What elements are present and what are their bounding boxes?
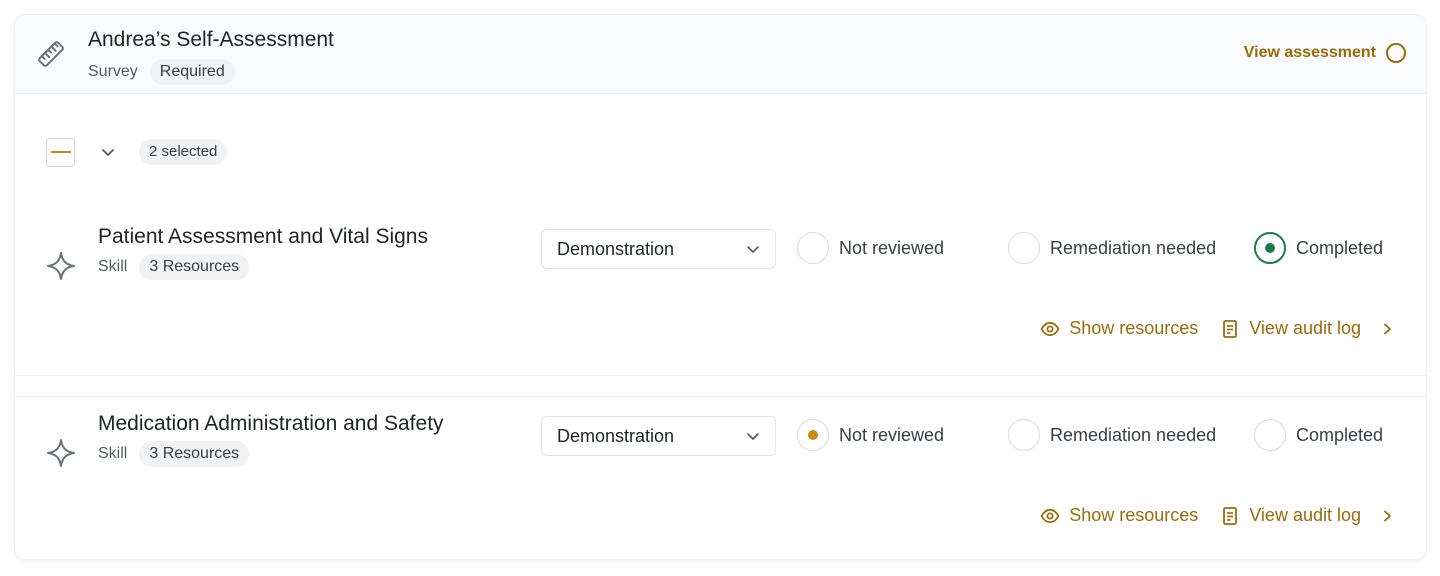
method-select[interactable]: Demonstration bbox=[541, 416, 776, 456]
required-badge: Required bbox=[149, 59, 235, 85]
assessment-meta: Survey Required bbox=[88, 59, 235, 85]
select-all-checkbox[interactable] bbox=[46, 137, 75, 167]
assessment-card: Andrea’s Self-Assessment Survey Required… bbox=[15, 15, 1426, 559]
document-icon bbox=[1223, 319, 1238, 338]
radio-label: Completed bbox=[1296, 424, 1384, 445]
skill-actions: Show resources View audit log bbox=[1040, 505, 1394, 526]
radio-label: Completed bbox=[1296, 237, 1384, 258]
status-circle-icon bbox=[1386, 43, 1406, 63]
skill-actions: Show resources View audit log bbox=[1040, 318, 1394, 339]
view-assessment-label: View assessment bbox=[1243, 44, 1376, 61]
skill-title: Patient Assessment and Vital Signs bbox=[98, 225, 428, 248]
eye-icon bbox=[1040, 321, 1060, 336]
radio-button[interactable] bbox=[1008, 419, 1040, 451]
chevron-down-icon[interactable] bbox=[99, 143, 117, 161]
sparkle-icon bbox=[47, 252, 75, 280]
document-icon bbox=[1223, 506, 1238, 525]
skill-row: Patient Assessment and Vital Signs Skill… bbox=[15, 210, 1426, 376]
skill-kind: Skill bbox=[98, 258, 128, 275]
show-resources-button[interactable]: Show resources bbox=[1040, 318, 1198, 339]
chevron-right-icon bbox=[1384, 510, 1391, 521]
selected-count-badge: 2 selected bbox=[139, 139, 228, 165]
ruler-icon bbox=[38, 41, 64, 67]
radio-label: Remediation needed bbox=[1050, 424, 1217, 445]
radio-button[interactable] bbox=[1008, 232, 1040, 264]
status-option-remediation-needed[interactable]: Remediation needed bbox=[1008, 419, 1216, 451]
radio-button-selected[interactable] bbox=[1254, 232, 1286, 264]
chevron-down-icon bbox=[747, 433, 759, 440]
show-resources-button[interactable]: Show resources bbox=[1040, 505, 1198, 526]
bulk-toolbar: 2 selected bbox=[46, 137, 228, 167]
eye-icon bbox=[1040, 508, 1060, 523]
radio-label: Not reviewed bbox=[839, 237, 945, 258]
skill-meta: Skill 3 Resources bbox=[98, 441, 250, 467]
radio-button-selected[interactable] bbox=[797, 419, 829, 451]
resources-badge: 3 Resources bbox=[139, 254, 250, 280]
radio-button[interactable] bbox=[1254, 419, 1286, 451]
method-select[interactable]: Demonstration bbox=[541, 229, 776, 269]
skill-kind: Skill bbox=[98, 445, 128, 462]
method-select-value: Demonstration bbox=[557, 425, 675, 446]
view-audit-log-label: View audit log bbox=[1249, 505, 1361, 525]
status-option-remediation-needed[interactable]: Remediation needed bbox=[1008, 232, 1216, 264]
status-option-not-reviewed[interactable]: Not reviewed bbox=[797, 419, 944, 451]
assessment-header: Andrea’s Self-Assessment Survey Required… bbox=[15, 15, 1426, 94]
status-option-completed[interactable]: Completed bbox=[1254, 419, 1383, 451]
view-assessment-link[interactable]: View assessment bbox=[1244, 43, 1406, 63]
chevron-down-icon bbox=[747, 246, 759, 253]
radio-label: Remediation needed bbox=[1050, 237, 1217, 258]
assessment-title: Andrea’s Self-Assessment bbox=[88, 28, 334, 51]
show-resources-label: Show resources bbox=[1069, 318, 1199, 338]
status-option-not-reviewed[interactable]: Not reviewed bbox=[797, 232, 944, 264]
chevron-right-icon bbox=[1384, 323, 1391, 334]
assessment-type: Survey bbox=[88, 63, 138, 80]
skill-meta: Skill 3 Resources bbox=[98, 254, 250, 280]
radio-label: Not reviewed bbox=[839, 424, 945, 445]
resources-badge: 3 Resources bbox=[139, 441, 250, 467]
view-audit-log-button[interactable]: View audit log bbox=[1220, 505, 1394, 526]
skill-row: Medication Administration and Safety Ski… bbox=[15, 396, 1426, 559]
view-audit-log-label: View audit log bbox=[1249, 318, 1361, 338]
radio-button[interactable] bbox=[797, 232, 829, 264]
show-resources-label: Show resources bbox=[1069, 505, 1199, 525]
view-audit-log-button[interactable]: View audit log bbox=[1220, 318, 1394, 339]
sparkle-icon bbox=[47, 439, 75, 467]
skill-title: Medication Administration and Safety bbox=[98, 412, 444, 435]
status-option-completed[interactable]: Completed bbox=[1254, 232, 1383, 264]
method-select-value: Demonstration bbox=[557, 238, 675, 259]
